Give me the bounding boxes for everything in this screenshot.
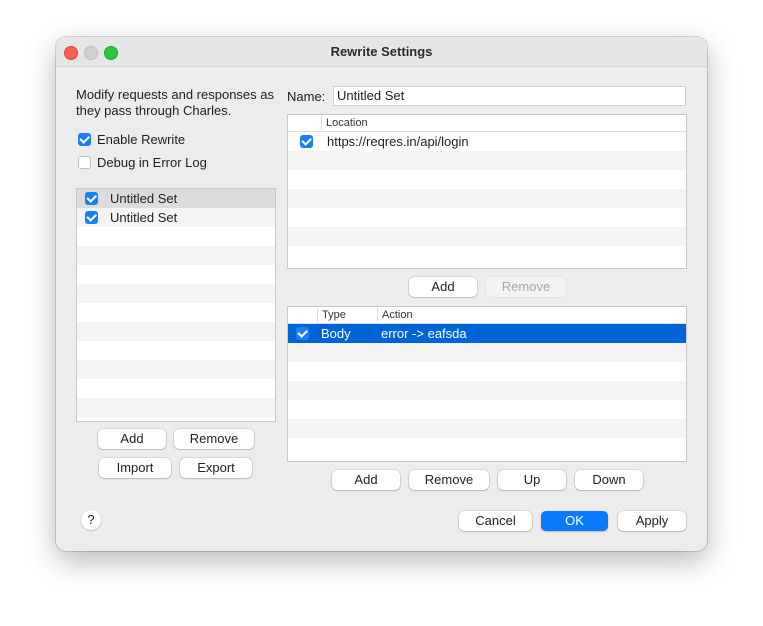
- empty-row: [77, 398, 275, 417]
- description-text: Modify requests and responses as they pa…: [76, 87, 274, 118]
- name-input[interactable]: Untitled Set: [333, 86, 686, 106]
- title-bar: Rewrite Settings: [56, 37, 707, 67]
- debug-error-log-checkbox[interactable]: Debug in Error Log: [78, 155, 207, 170]
- empty-row: [77, 341, 275, 360]
- rule-enabled-checkbox[interactable]: [296, 327, 309, 340]
- column-header-type[interactable]: Type: [317, 308, 377, 322]
- cancel-button[interactable]: Cancel: [459, 511, 532, 531]
- empty-row: [288, 151, 686, 170]
- list-item[interactable]: Untitled Set: [77, 208, 275, 227]
- checkbox-unchecked-icon: [78, 156, 91, 169]
- empty-row: [77, 322, 275, 341]
- empty-row: [288, 227, 686, 246]
- checkbox-checked-icon: [78, 133, 91, 146]
- list-item[interactable]: Untitled Set: [77, 189, 275, 208]
- location-url: https://reqres.in/api/login: [327, 134, 469, 149]
- empty-row: [77, 265, 275, 284]
- empty-row: [77, 417, 275, 421]
- move-up-button[interactable]: Up: [498, 470, 566, 490]
- ok-button[interactable]: OK: [541, 511, 608, 531]
- empty-row: [288, 438, 686, 457]
- empty-row: [288, 246, 686, 265]
- add-rule-button[interactable]: Add: [332, 470, 400, 490]
- move-down-button[interactable]: Down: [575, 470, 643, 490]
- empty-row: [288, 170, 686, 189]
- empty-row: [77, 360, 275, 379]
- name-label: Name:: [287, 89, 326, 104]
- empty-row: [288, 381, 686, 400]
- add-set-button[interactable]: Add: [98, 429, 166, 449]
- remove-location-button: Remove: [486, 277, 566, 297]
- locations-table-header: Location: [288, 115, 686, 132]
- rules-table-header: Type Action: [288, 307, 686, 324]
- column-header-action[interactable]: Action: [377, 308, 686, 322]
- add-location-button[interactable]: Add: [409, 277, 477, 297]
- remove-rule-button[interactable]: Remove: [409, 470, 489, 490]
- set-name: Untitled Set: [110, 191, 178, 206]
- empty-row: [77, 284, 275, 303]
- window-title: Rewrite Settings: [330, 44, 433, 59]
- empty-row: [288, 208, 686, 227]
- rules-table[interactable]: Type Action Body error -> eafsda: [287, 306, 687, 462]
- export-button[interactable]: Export: [180, 458, 252, 478]
- set-enabled-checkbox[interactable]: [85, 192, 98, 205]
- enable-rewrite-label: Enable Rewrite: [97, 132, 186, 147]
- set-enabled-checkbox[interactable]: [85, 211, 98, 224]
- empty-row: [288, 400, 686, 419]
- location-enabled-checkbox[interactable]: [300, 135, 313, 148]
- empty-row: [77, 379, 275, 398]
- empty-row: [77, 246, 275, 265]
- table-row[interactable]: https://reqres.in/api/login: [288, 132, 686, 151]
- empty-row: [77, 303, 275, 322]
- locations-table[interactable]: Location https://reqres.in/api/login: [287, 114, 687, 269]
- debug-error-log-label: Debug in Error Log: [97, 155, 207, 170]
- column-header-location[interactable]: Location: [321, 116, 686, 130]
- empty-row: [288, 189, 686, 208]
- rewrite-settings-dialog: Rewrite Settings Modify requests and res…: [56, 37, 707, 551]
- rule-action: error -> eafsda: [381, 326, 467, 341]
- apply-button[interactable]: Apply: [618, 511, 686, 531]
- enable-rewrite-checkbox[interactable]: Enable Rewrite: [78, 132, 185, 147]
- help-button[interactable]: ?: [81, 510, 101, 530]
- empty-row: [288, 343, 686, 362]
- empty-row: [288, 419, 686, 438]
- rule-type: Body: [321, 326, 351, 341]
- table-row[interactable]: Body error -> eafsda: [288, 324, 686, 343]
- empty-row: [288, 362, 686, 381]
- empty-row: [77, 227, 275, 246]
- rewrite-sets-list[interactable]: Untitled Set Untitled Set: [76, 188, 276, 422]
- remove-set-button[interactable]: Remove: [174, 429, 254, 449]
- set-name: Untitled Set: [110, 210, 178, 225]
- import-button[interactable]: Import: [99, 458, 171, 478]
